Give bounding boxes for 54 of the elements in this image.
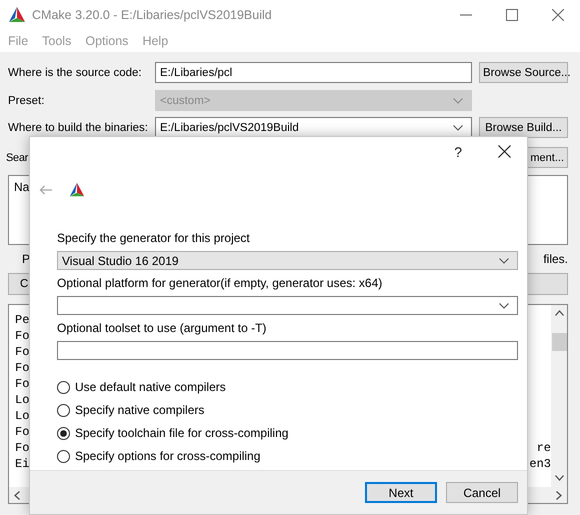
field-label: Optional platform for generator(if empty, generator uses: x64) <box>57 276 384 290</box>
scroll-up-icon[interactable] <box>554 310 564 316</box>
column-header: Na <box>14 180 30 194</box>
cmake-logo-icon <box>69 182 85 198</box>
scroll-left-icon[interactable] <box>14 490 20 500</box>
cancel-button[interactable]: Cancel <box>446 482 518 503</box>
log-line: re <box>536 440 551 456</box>
log-line: Fo <box>15 424 30 440</box>
window-title: CMake 3.20.0 - E:/Libaries/pclVS2019Build <box>32 8 273 22</box>
toolset-field[interactable] <box>57 341 518 360</box>
field-label: Specify the generator for this project <box>57 231 251 245</box>
maximize-icon[interactable] <box>506 9 518 21</box>
scrollbar-thumb[interactable] <box>552 333 566 351</box>
cmake-logo-icon <box>8 6 26 24</box>
field-label: Optional toolset to use (argument to -T) <box>57 321 268 335</box>
log-line: Fo <box>15 376 30 392</box>
chevron-down-icon[interactable] <box>453 124 463 130</box>
generator-dropdown[interactable]: Visual Studio 16 2019 <box>57 251 518 270</box>
platform-dropdown[interactable] <box>57 296 518 315</box>
log-line: Fo <box>15 360 30 376</box>
scroll-down-icon[interactable] <box>554 475 564 481</box>
chevron-down-icon[interactable] <box>499 258 509 264</box>
scrollbar[interactable] <box>551 305 567 487</box>
radio-label[interactable]: Specify options for cross-compiling <box>75 449 260 463</box>
next-button[interactable]: Next <box>365 482 437 503</box>
radio-label[interactable]: Specify toolchain file for cross-compiling <box>75 426 288 440</box>
log-line: Lo <box>15 392 30 408</box>
radio-button[interactable] <box>57 426 70 440</box>
browse-build-button[interactable]: Browse Build... <box>479 117 568 138</box>
log-line: Lo <box>15 408 30 424</box>
log-line: Fo <box>15 344 30 360</box>
field-label: Preset: <box>8 94 46 106</box>
radio-label[interactable]: Specify native compilers <box>75 403 204 417</box>
log-line: Fo <box>15 440 30 456</box>
search-label: Sear <box>6 152 30 164</box>
log-line: Ei <box>15 456 30 472</box>
hint-text: P <box>22 252 30 266</box>
scroll-right-icon[interactable] <box>556 490 562 500</box>
radio-label[interactable]: Use default native compilers <box>75 380 226 394</box>
field-label: Where to build the binaries: <box>8 122 148 134</box>
field-label: Where is the source code: <box>8 66 143 78</box>
source-field[interactable]: E:/Libaries/pcl <box>155 62 472 83</box>
radio-button[interactable] <box>57 450 70 462</box>
log-line: Fo <box>15 328 30 344</box>
radio-button[interactable] <box>57 380 70 394</box>
log-line: en3 <box>529 456 551 472</box>
chevron-down-icon[interactable] <box>499 302 509 308</box>
radio-button[interactable] <box>57 404 70 416</box>
hint-text: files. <box>543 252 568 266</box>
log-line: Pe <box>15 312 30 328</box>
close-icon[interactable] <box>498 145 511 158</box>
browse-source-button[interactable]: Browse Source... <box>479 62 568 83</box>
help-button[interactable]: ? <box>454 144 462 160</box>
build-dropdown[interactable]: E:/Libaries/pclVS2019Build <box>155 117 472 138</box>
